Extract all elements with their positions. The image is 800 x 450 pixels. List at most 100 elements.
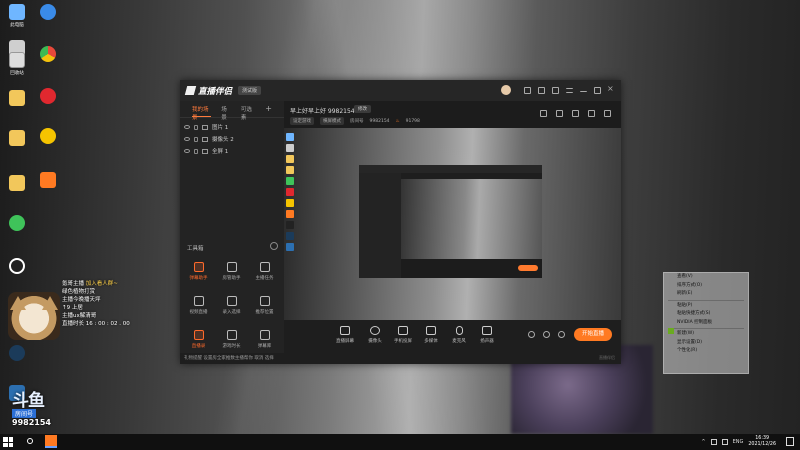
shop-icon[interactable]	[540, 110, 547, 117]
add-scene-button[interactable]: +	[265, 105, 272, 117]
scene-item[interactable]: 全屏 1	[180, 145, 284, 157]
title-bar-controls: ×	[501, 84, 615, 95]
lock-icon[interactable]	[194, 124, 198, 130]
gift-icon[interactable]	[572, 110, 579, 117]
close-icon[interactable]: ×	[607, 84, 615, 94]
tab-sources[interactable]: 可选素	[241, 105, 255, 121]
room-label: 房间号	[12, 409, 37, 418]
menu-icon[interactable]	[566, 87, 573, 93]
chrome-icon[interactable]	[36, 46, 60, 76]
tool-danmu-library[interactable]: 弹幕库	[248, 326, 281, 354]
taskbar-app-douyu[interactable]	[45, 435, 57, 448]
wechat-icon[interactable]	[5, 215, 29, 245]
view-icon[interactable]	[543, 331, 550, 338]
tool-danmu-helper[interactable]: 弹幕助手	[182, 258, 215, 286]
control-microphone[interactable]: 麦克风	[446, 326, 472, 344]
input-language[interactable]: ENG	[733, 439, 744, 445]
tool-recommend[interactable]: 推荐位置	[248, 292, 281, 320]
live-preview[interactable]	[284, 128, 621, 320]
toolbox-more-icon[interactable]	[270, 242, 278, 250]
recycle-bin-icon[interactable]: 回收站	[5, 52, 29, 82]
scene-item[interactable]: 图片 1	[180, 121, 284, 133]
tool-video-live[interactable]: 视频直播	[182, 292, 215, 320]
ctx-paste[interactable]: 粘贴(P)	[664, 302, 748, 311]
tab-my-scenes[interactable]: 我的场景	[192, 105, 212, 121]
task-icon	[259, 262, 270, 272]
taskbar: ^ ENG 16:39 2021/12/26	[0, 434, 800, 450]
record-icon[interactable]	[528, 331, 535, 338]
tab-scenes[interactable]: 场景	[221, 105, 231, 121]
lock-icon[interactable]	[194, 148, 198, 154]
nvidia-icon	[668, 328, 674, 334]
eye-icon[interactable]	[184, 137, 190, 141]
bottom-control-bar: 直播屏幕 摄像头 手机投屏 多媒体 麦克风 扬声器 开始直播 直播伴侣	[284, 320, 621, 364]
control-phone-cast[interactable]: 手机投屏	[390, 326, 416, 344]
toolbox-title: 工具箱	[187, 246, 204, 252]
windows-start-icon[interactable]	[3, 437, 13, 447]
control-screen-capture[interactable]: 直播屏幕	[332, 326, 358, 344]
preview-desktop-icons	[286, 130, 306, 254]
steam-icon[interactable]	[5, 345, 29, 375]
ctx-separator	[668, 328, 744, 329]
eye-icon[interactable]	[184, 149, 190, 153]
ctx-sort[interactable]: 排序方式(O)	[664, 282, 748, 291]
netease-music-icon[interactable]	[36, 88, 60, 118]
message-icon[interactable]	[524, 86, 531, 94]
search-icon[interactable]	[27, 438, 33, 444]
ctx-view[interactable]: 查看(V)	[664, 273, 748, 282]
chat-overlay: 氪哥主播 加入看人群~ 绿色植物打赏 主播今晚播天坪 ↑9 上居 主播ux解清哥…	[6, 280, 156, 340]
fans-icon[interactable]	[556, 110, 563, 117]
scene-item[interactable]: 摄像头 2	[180, 133, 284, 145]
microphone-icon	[455, 326, 463, 335]
ctx-paste-shortcut[interactable]: 粘贴快捷方式(S)	[664, 310, 748, 319]
category-chip[interactable]: 设定游戏	[290, 117, 314, 125]
network-icon[interactable]	[710, 439, 717, 445]
vtuber-cat-avatar	[8, 292, 60, 340]
bell-icon[interactable]	[588, 110, 595, 117]
ctx-display[interactable]: 显示设置(D)	[664, 339, 748, 348]
notification-icon[interactable]	[786, 437, 794, 446]
ctx-new[interactable]: 新建(W)	[664, 330, 748, 339]
edit-title-button[interactable]: 修改	[354, 105, 371, 113]
minimize-icon[interactable]	[580, 88, 587, 92]
tool-input-select[interactable]: 录入选择	[215, 292, 248, 320]
control-speaker[interactable]: 扬声器	[474, 326, 500, 344]
ctx-nvidia[interactable]: NVIDIA 控制面板	[664, 319, 748, 328]
mode-chip[interactable]: 横屏模式	[320, 117, 344, 125]
lock-icon[interactable]	[194, 136, 198, 142]
user-avatar[interactable]	[501, 85, 511, 95]
document-icon[interactable]	[5, 175, 29, 205]
control-camera[interactable]: 摄像头	[362, 326, 388, 344]
ctx-refresh[interactable]: 刷新(E)	[664, 290, 748, 299]
speaker-icon	[482, 326, 492, 335]
folder-icon-2[interactable]	[5, 130, 29, 160]
share-icon[interactable]	[604, 110, 611, 117]
title-bar[interactable]: 直播伴侣 测试版 ×	[180, 80, 621, 101]
tool-game-time[interactable]: 游戏时长	[215, 326, 248, 354]
ctx-personalize[interactable]: 个性化(R)	[664, 347, 748, 356]
douyu-live-companion-window: 直播伴侣 测试版 × 我的场景 场景 可选素 + 图片 1 摄像头 2 全屏 1…	[180, 80, 621, 364]
gift-icon[interactable]	[538, 86, 545, 94]
tool-room-manager[interactable]: 房管助手	[215, 258, 248, 286]
settings-icon[interactable]	[552, 86, 559, 94]
owl-app-icon[interactable]	[36, 128, 60, 158]
volume-icon[interactable]	[721, 439, 728, 445]
eye-icon[interactable]	[184, 125, 190, 129]
scene-tabs: 我的场景 场景 可选素 +	[180, 101, 284, 121]
folder-icon[interactable]	[5, 90, 29, 120]
room-id-label: 房间号	[350, 119, 364, 124]
clock[interactable]: 16:39 2021/12/26	[748, 436, 776, 448]
tool-streamer-tasks[interactable]: 主播任务	[248, 258, 281, 286]
tool-live-record[interactable]: 直播录	[182, 326, 215, 354]
this-pc-icon[interactable]: 此电脑	[5, 4, 29, 34]
phone-icon	[398, 326, 408, 335]
gear-icon[interactable]	[558, 331, 565, 338]
browser-icon[interactable]	[36, 4, 60, 34]
start-live-button[interactable]: 开始直播	[574, 328, 612, 341]
chevron-up-icon[interactable]: ^	[701, 439, 705, 445]
control-media[interactable]: 多媒体	[418, 326, 444, 344]
maximize-icon[interactable]	[594, 86, 601, 94]
desktop: 此电脑 回收站 氪哥主播 加入看人群~ 绿色植物打赏 主播今晚播天坪 ↑9 上居…	[0, 0, 800, 434]
heat-value: 91798	[405, 118, 420, 124]
douyu-companion-icon[interactable]	[36, 172, 60, 202]
